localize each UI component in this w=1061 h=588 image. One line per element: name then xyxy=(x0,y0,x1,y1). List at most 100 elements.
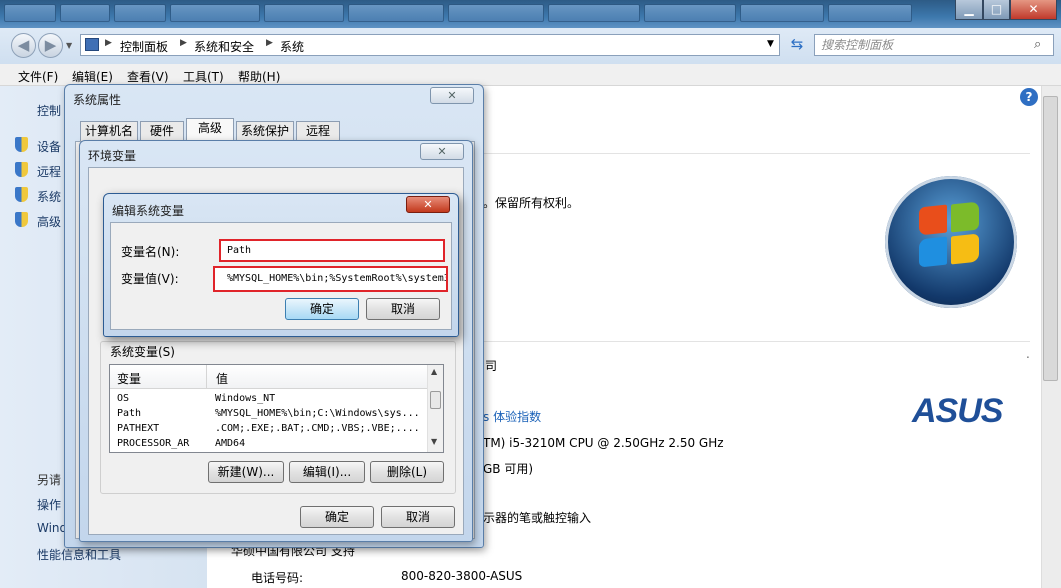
variable-value-highlight: %MYSQL_HOME%\bin;%SystemRoot%\system32 xyxy=(213,266,448,292)
scroll-up-icon[interactable]: ▲ xyxy=(431,367,437,376)
help-icon[interactable]: ? xyxy=(1020,88,1038,106)
table-row-name[interactable]: OS xyxy=(117,393,203,404)
taskbar-thumb xyxy=(548,4,640,22)
shield-icon xyxy=(15,212,28,227)
taskbar-thumb xyxy=(264,4,344,22)
edit-variable-button[interactable]: 编辑(I)... xyxy=(289,461,365,483)
delete-variable-button[interactable]: 删除(L) xyxy=(370,461,444,483)
taskbar-thumb xyxy=(348,4,444,22)
scroll-down-icon[interactable]: ▼ xyxy=(431,437,437,446)
taskbar-thumb xyxy=(644,4,736,22)
cpu-info: TM) i5-3210M CPU @ 2.50GHz 2.50 GHz xyxy=(483,436,724,450)
menu-help[interactable]: 帮助(H) xyxy=(238,68,280,85)
asus-logo: ASUS xyxy=(912,392,1003,430)
windows-logo-icon xyxy=(885,176,1017,308)
breadcrumb-control-panel[interactable]: 控制面板 xyxy=(120,38,168,55)
column-header-value[interactable]: 值 xyxy=(216,370,228,387)
taskbar-thumb xyxy=(448,4,544,22)
minimize-button[interactable]: ▁ xyxy=(955,0,983,20)
new-variable-button[interactable]: 新建(W)... xyxy=(208,461,284,483)
tab-system-protection[interactable]: 系统保护 xyxy=(236,121,294,141)
menu-edit[interactable]: 编辑(E) xyxy=(72,68,113,85)
variable-value-input[interactable]: %MYSQL_HOME%\bin;%SystemRoot%\system32 xyxy=(227,273,446,284)
edit-ok-button[interactable]: 确定 xyxy=(285,298,359,320)
column-divider xyxy=(206,365,207,389)
ram-info: GB 可用) xyxy=(483,462,534,476)
search-input[interactable]: 搜索控制面板 xyxy=(814,34,1054,56)
address-dropdown-icon[interactable]: ▼ xyxy=(767,39,774,49)
table-row-name[interactable]: PROCESSOR_AR xyxy=(117,438,203,449)
variable-name-highlight: Path xyxy=(219,239,445,262)
window-titlebar: ▁ □ ✕ xyxy=(0,0,1061,28)
left-link-protection[interactable]: 系统 xyxy=(37,188,61,205)
left-link-device-manager[interactable]: 设备 xyxy=(37,138,61,155)
system-vars-label: 系统变量(S) xyxy=(108,343,177,360)
manufacturer-text: 司 xyxy=(485,359,498,373)
taskbar-thumb xyxy=(4,4,56,22)
phone-value: 800-820-3800-ASUS xyxy=(401,569,523,583)
env-cancel-button[interactable]: 取消 xyxy=(381,506,455,528)
left-link-action-center[interactable]: 操作 xyxy=(37,496,61,513)
control-panel-icon xyxy=(85,38,99,51)
taskbar-thumb xyxy=(114,4,166,22)
menu-file[interactable]: 文件(F) xyxy=(18,68,58,85)
address-bar[interactable]: ▶ 控制面板 ▶ 系统和安全 ▶ 系统 ▼ xyxy=(80,34,780,56)
tab-remote[interactable]: 远程 xyxy=(296,121,340,141)
env-ok-button[interactable]: 确定 xyxy=(300,506,374,528)
close-icon[interactable]: ✕ xyxy=(420,143,464,160)
maximize-button[interactable]: □ xyxy=(983,0,1010,20)
edit-cancel-button[interactable]: 取消 xyxy=(366,298,440,320)
experience-index-link[interactable]: s 体验指数 xyxy=(483,408,541,425)
refresh-icon[interactable]: ⇆ xyxy=(787,35,807,55)
tab-hardware[interactable]: 硬件 xyxy=(140,121,184,141)
dialog-title: 编辑系统变量 xyxy=(112,204,185,218)
variable-name-label: 变量名(N): xyxy=(121,245,180,259)
table-row-value[interactable]: Windows_NT xyxy=(215,393,425,404)
copyright-text: 。保留所有权利。 xyxy=(483,196,580,210)
dot: . xyxy=(1026,347,1030,361)
list-scrollbar[interactable]: ▲ ▼ xyxy=(427,365,443,452)
column-header-variable[interactable]: 变量 xyxy=(117,370,141,387)
taskbar-thumb xyxy=(60,4,110,22)
breadcrumb-separator-icon: ▶ xyxy=(266,38,273,48)
back-icon[interactable]: ◀ xyxy=(11,33,36,58)
search-icon[interactable]: ⌕ xyxy=(1034,37,1041,52)
menu-bar: 文件(F) 编辑(E) 查看(V) 工具(T) 帮助(H) xyxy=(0,64,1061,86)
left-link-remote[interactable]: 远程 xyxy=(37,163,61,180)
table-row-name[interactable]: Path xyxy=(117,408,203,419)
breadcrumb-system[interactable]: 系统 xyxy=(280,38,304,55)
phone-label: 电话号码: xyxy=(251,571,304,585)
shield-icon xyxy=(15,162,28,177)
table-row-name[interactable]: PATHEXT xyxy=(117,423,203,434)
dialog-title: 系统属性 xyxy=(73,93,122,107)
history-dropdown-icon[interactable]: ▼ xyxy=(66,41,72,50)
variable-value-label: 变量值(V): xyxy=(121,272,179,286)
left-link-home[interactable]: 控制 xyxy=(37,102,61,119)
system-vars-list[interactable]: 变量 值 OS Windows_NT Path %MYSQL_HOME%\bin… xyxy=(109,364,444,453)
close-icon[interactable]: ✕ xyxy=(430,87,474,104)
menu-view[interactable]: 查看(V) xyxy=(127,68,169,85)
forward-icon[interactable]: ▶ xyxy=(38,33,63,58)
close-window-button[interactable]: ✕ xyxy=(1010,0,1057,20)
shield-icon xyxy=(15,187,28,202)
pen-touch-info: 示器的笔或触控输入 xyxy=(483,511,592,525)
table-row-value[interactable]: AMD64 xyxy=(215,438,425,449)
breadcrumb-security[interactable]: 系统和安全 xyxy=(194,38,254,55)
table-row-value[interactable]: %MYSQL_HOME%\bin;C:\Windows\sys... xyxy=(215,408,425,419)
scrollbar-thumb[interactable] xyxy=(430,391,441,409)
left-link-advanced[interactable]: 高级 xyxy=(37,213,61,230)
variable-name-input[interactable]: Path xyxy=(227,245,251,256)
close-icon[interactable]: ✕ xyxy=(406,196,450,213)
menu-tools[interactable]: 工具(T) xyxy=(183,68,224,85)
taskbar-thumb xyxy=(740,4,824,22)
list-header xyxy=(110,365,427,389)
left-link-performance[interactable]: 性能信息和工具 xyxy=(37,546,121,563)
breadcrumb-separator-icon: ▶ xyxy=(105,38,112,48)
tab-advanced[interactable]: 高级 xyxy=(186,118,234,141)
table-row-value[interactable]: .COM;.EXE;.BAT;.CMD;.VBS;.VBE;.... xyxy=(215,423,425,434)
scrollbar-thumb[interactable] xyxy=(1043,96,1058,381)
see-also-heading: 另请 xyxy=(37,473,62,487)
tab-computer-name[interactable]: 计算机名 xyxy=(80,121,138,141)
dialog-title: 环境变量 xyxy=(88,149,137,163)
breadcrumb-separator-icon: ▶ xyxy=(180,38,187,48)
